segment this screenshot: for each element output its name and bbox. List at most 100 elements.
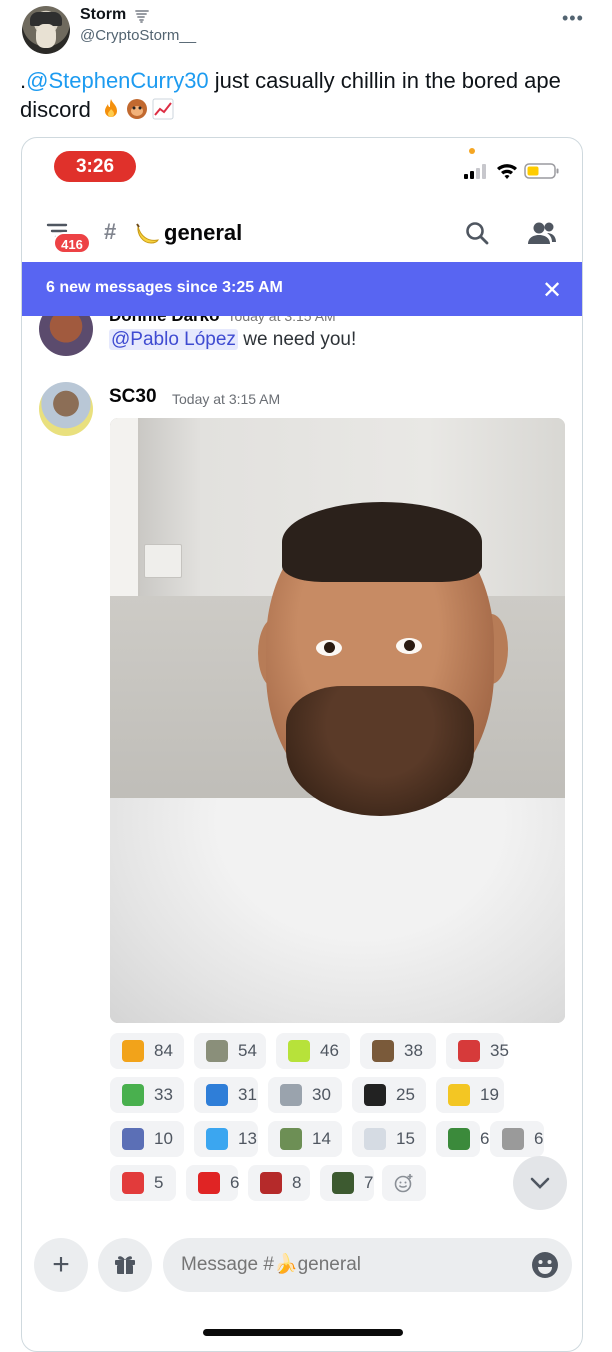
photo-hair: [282, 502, 482, 582]
message-composer: +: [22, 1233, 582, 1303]
home-indicator[interactable]: [203, 1329, 403, 1336]
channel-header: 416 # general: [22, 208, 582, 262]
message-body: we need you!: [237, 329, 357, 350]
display-name[interactable]: Storm: [80, 6, 126, 24]
reaction-pill[interactable]: 14: [268, 1121, 342, 1157]
ape-face-icon: [127, 99, 148, 119]
pepe-icon: [448, 1128, 470, 1150]
message-input[interactable]: [163, 1238, 572, 1292]
eyes-icon: [364, 1084, 386, 1106]
reaction-count: 5: [154, 1173, 164, 1192]
reaction-pill[interactable]: 31: [194, 1077, 258, 1113]
photo-light-switch: [144, 544, 182, 578]
reaction-pill[interactable]: 15: [352, 1121, 426, 1157]
avatar[interactable]: [39, 382, 93, 436]
reaction-pill[interactable]: 8: [248, 1165, 310, 1201]
reaction-count: 30: [312, 1085, 331, 1104]
add-reaction-button[interactable]: [382, 1165, 426, 1201]
joeg-icon: [458, 1040, 480, 1062]
avatar[interactable]: [22, 6, 70, 54]
user-handle[interactable]: @CryptoStorm__: [80, 27, 196, 44]
he-icon: [198, 1172, 220, 1194]
previous-message-meta: Donnie Darko Today at 3:15 AM: [109, 316, 336, 326]
cellular-signal-icon: [464, 164, 486, 179]
attached-selfie-image[interactable]: [110, 418, 565, 1023]
ape-portrait-icon: [122, 1128, 144, 1150]
privacy-dot: [469, 148, 475, 154]
wifi-icon: [497, 164, 517, 179]
embedded-screenshot[interactable]: 3:26 416 # general 6 new messages since …: [21, 137, 583, 1352]
reaction-pill[interactable]: 7: [320, 1165, 374, 1201]
tweet-header: Storm @CryptoStorm__ •••: [0, 0, 612, 62]
reaction-pill[interactable]: 30: [268, 1077, 342, 1113]
banana-icon: [448, 1084, 470, 1106]
avatar[interactable]: [39, 316, 93, 356]
fire-icon: [105, 99, 118, 117]
status-bar: 3:26: [22, 138, 582, 198]
more-options-icon[interactable]: •••: [562, 8, 584, 29]
reaction-pill[interactable]: 84: [110, 1033, 184, 1069]
reaction-pill[interactable]: 6: [490, 1121, 544, 1157]
reaction-count: 38: [404, 1041, 423, 1060]
battery-icon: [524, 163, 559, 179]
nice-icon: [206, 1084, 228, 1106]
ape-drink-icon: [280, 1128, 302, 1150]
hundred-icon: [122, 1172, 144, 1194]
add-reaction-icon: [394, 1174, 413, 1193]
gift-icon: [115, 1256, 135, 1274]
cloud-icon: [364, 1128, 386, 1150]
user-mention[interactable]: @Pablo López: [109, 329, 238, 350]
message-author[interactable]: SC30: [109, 386, 157, 408]
reaction-pill[interactable]: 25: [352, 1077, 426, 1113]
reaction-pill[interactable]: 54: [194, 1033, 266, 1069]
banana-icon: [136, 223, 159, 244]
reaction-count: 8: [292, 1173, 302, 1192]
reaction-pill[interactable]: 6: [436, 1121, 489, 1157]
jump-to-present-button[interactable]: [513, 1156, 567, 1210]
message-author[interactable]: Donnie Darko: [109, 316, 220, 325]
reaction-pill[interactable]: 6: [186, 1165, 239, 1201]
message-timestamp: Today at 3:15 AM: [227, 316, 336, 324]
search-icon[interactable]: [464, 220, 490, 246]
eyes-sideways-icon: [280, 1084, 302, 1106]
lfg-icon: [288, 1040, 310, 1062]
reaction-count: 7: [364, 1173, 374, 1192]
brem-icon: [122, 1084, 144, 1106]
members-icon[interactable]: [526, 220, 558, 246]
reaction-count: 15: [396, 1129, 415, 1148]
reaction-count: 46: [320, 1041, 339, 1060]
cat-icon: [502, 1128, 524, 1150]
tornado-icon: [135, 10, 149, 23]
emoji-picker-icon[interactable]: [531, 1251, 559, 1279]
tweet-text: .@StephenCurry30 just casually chillin i…: [20, 66, 590, 124]
message-text: @Pablo López we need you!: [109, 329, 356, 351]
close-icon[interactable]: ✕: [542, 276, 562, 305]
reaction-pill[interactable]: 5: [110, 1165, 176, 1201]
new-messages-bar[interactable]: 6 new messages since 3:25 AM ✕: [22, 262, 582, 316]
channel-name[interactable]: general: [164, 220, 242, 246]
reaction-count: 10: [154, 1129, 173, 1148]
channel-hash-icon: #: [104, 219, 117, 244]
ape-sign-icon: [332, 1172, 354, 1194]
reaction-pill[interactable]: 10: [110, 1121, 184, 1157]
reaction-count: 14: [312, 1129, 331, 1148]
reaction-pill[interactable]: 13: [194, 1121, 258, 1157]
reaction-pill[interactable]: 38: [360, 1033, 436, 1069]
avatar-face: [36, 24, 56, 48]
photo-eye: [316, 640, 342, 656]
reaction-count: 31: [238, 1085, 257, 1104]
ape-yes-icon: [206, 1040, 228, 1062]
reaction-pill[interactable]: 46: [276, 1033, 350, 1069]
chart-increasing-icon: [152, 98, 174, 120]
reaction-count: 13: [238, 1129, 257, 1148]
photo-eye: [396, 638, 422, 654]
tweet-mention[interactable]: @StephenCurry30: [26, 68, 209, 93]
add-attachment-button[interactable]: +: [34, 1238, 88, 1292]
reaction-pill[interactable]: 33: [110, 1077, 184, 1113]
gift-button[interactable]: [98, 1238, 152, 1292]
reaction-pill[interactable]: 35: [446, 1033, 509, 1069]
new-messages-text[interactable]: 6 new messages since 3:25 AM: [46, 279, 283, 297]
daddy-icon: [260, 1172, 282, 1194]
reaction-pill[interactable]: 19: [436, 1077, 504, 1113]
splash-icon: [206, 1128, 228, 1150]
